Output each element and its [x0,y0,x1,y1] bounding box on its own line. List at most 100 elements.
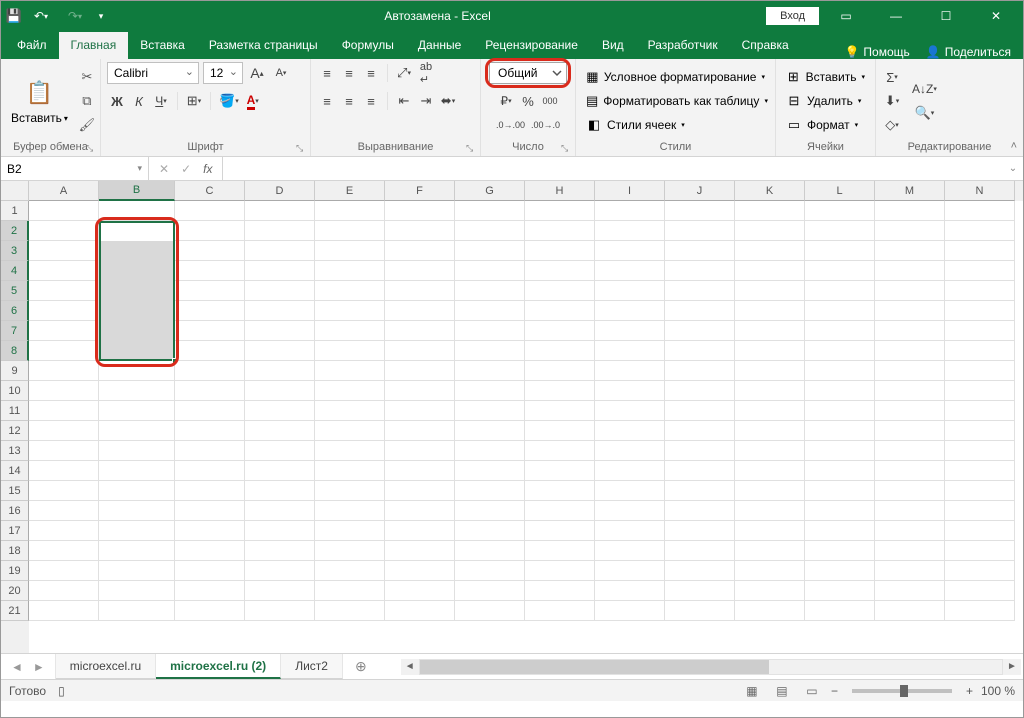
cell[interactable] [595,461,665,481]
cell[interactable] [665,341,735,361]
cell[interactable] [245,201,315,221]
cell[interactable] [29,521,99,541]
cell[interactable] [735,521,805,541]
cell[interactable] [875,481,945,501]
select-all-corner[interactable] [1,181,29,201]
font-color-icon[interactable]: A▾ [243,90,263,112]
accounting-icon[interactable]: ₽▾ [496,90,516,112]
cell[interactable] [315,361,385,381]
cell[interactable] [315,521,385,541]
tell-me[interactable]: 💡Помощь [836,45,917,59]
cell[interactable] [315,541,385,561]
cell[interactable] [99,601,175,621]
cell[interactable] [665,521,735,541]
new-sheet-icon[interactable]: ⊕ [343,654,379,679]
cell[interactable] [875,361,945,381]
cell[interactable] [315,281,385,301]
cell[interactable] [455,421,525,441]
col-header[interactable]: A [29,181,99,201]
cell[interactable] [735,381,805,401]
cell[interactable] [175,281,245,301]
cell[interactable] [455,201,525,221]
row-header[interactable]: 3 [1,241,29,261]
cell[interactable] [665,461,735,481]
cell[interactable] [945,561,1015,581]
row-header[interactable]: 15 [1,481,29,501]
cell[interactable] [945,381,1015,401]
minimize-icon[interactable]: — [873,1,919,31]
row-header[interactable]: 21 [1,601,29,621]
dialog-launcher-icon[interactable]: ⤡ [466,143,476,153]
cell[interactable] [665,241,735,261]
align-bottom-icon[interactable]: ≡ [361,62,381,84]
cell[interactable] [315,261,385,281]
cell[interactable] [805,241,875,261]
cell[interactable] [385,501,455,521]
cell[interactable] [175,461,245,481]
cell[interactable] [455,221,525,241]
row-header[interactable]: 20 [1,581,29,601]
enter-icon[interactable]: ✓ [181,162,191,176]
cell[interactable] [29,441,99,461]
cell[interactable] [595,301,665,321]
cell[interactable] [315,581,385,601]
zoom-in-icon[interactable]: + [966,684,973,698]
cell[interactable] [29,221,99,241]
cell[interactable] [665,221,735,241]
cell[interactable] [595,281,665,301]
col-header[interactable]: F [385,181,455,201]
copy-icon[interactable]: ⧉ [76,90,98,112]
cell[interactable] [735,581,805,601]
qat-customize[interactable]: ▾ [93,3,109,29]
zoom-out-icon[interactable]: − [831,684,838,698]
cell[interactable] [385,341,455,361]
cell[interactable] [665,441,735,461]
cell[interactable] [175,481,245,501]
cell[interactable] [455,301,525,321]
cell[interactable] [945,241,1015,261]
align-right-icon[interactable]: ≡ [361,90,381,112]
cell[interactable] [99,461,175,481]
align-left-icon[interactable]: ≡ [317,90,337,112]
decrease-indent-icon[interactable]: ⇤ [394,90,414,112]
cut-icon[interactable]: ✂ [76,66,98,88]
sheet-nav-next-icon[interactable]: ► [33,660,45,674]
cell[interactable] [665,361,735,381]
find-select-icon[interactable]: 🔍▾ [910,102,939,124]
cell[interactable] [595,201,665,221]
cell[interactable] [385,601,455,621]
cell[interactable] [455,501,525,521]
cell[interactable] [735,281,805,301]
cell[interactable] [805,541,875,561]
cell[interactable] [945,541,1015,561]
row-header[interactable]: 13 [1,441,29,461]
cell[interactable] [665,261,735,281]
underline-button[interactable]: Ч▾ [151,90,171,112]
cell[interactable] [665,481,735,501]
cell[interactable] [945,341,1015,361]
cell[interactable] [315,221,385,241]
row-header[interactable]: 14 [1,461,29,481]
cell[interactable] [945,441,1015,461]
cell[interactable] [875,321,945,341]
cell[interactable] [805,501,875,521]
decrease-font-icon[interactable]: A▾ [271,62,291,84]
cancel-icon[interactable]: ✕ [159,162,169,176]
cell[interactable] [385,301,455,321]
cell[interactable] [315,241,385,261]
cell[interactable] [99,501,175,521]
cell[interactable] [175,361,245,381]
cell[interactable] [245,341,315,361]
cell[interactable] [875,601,945,621]
cell[interactable] [385,241,455,261]
cell[interactable] [735,301,805,321]
hscroll-right-icon[interactable]: ► [1003,659,1021,675]
cell[interactable] [735,361,805,381]
cell[interactable] [595,561,665,581]
cell[interactable] [315,401,385,421]
cell[interactable] [665,541,735,561]
cell[interactable] [945,281,1015,301]
tab-help[interactable]: Справка [730,32,801,59]
cell[interactable] [735,601,805,621]
cell[interactable] [455,241,525,261]
